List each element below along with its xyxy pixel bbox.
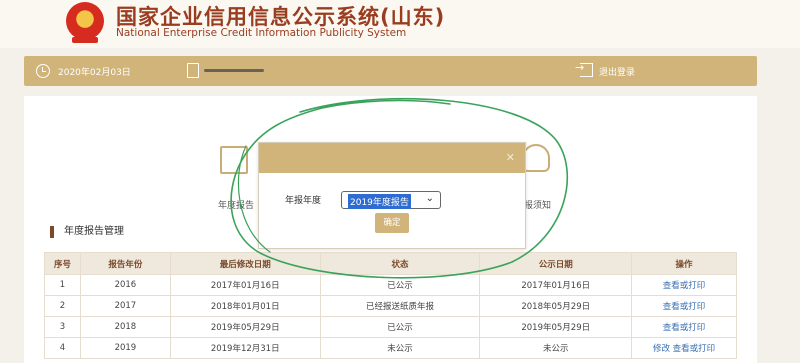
table-cell: 已公示 — [319, 316, 481, 338]
table-cell: 2018年05月29日 — [479, 295, 633, 317]
table-header-row: 序号 报告年份 最后修改日期 状态 公示日期 操作 — [44, 252, 737, 275]
table-cell: 未公示 — [319, 337, 481, 359]
logout-icon — [575, 61, 593, 77]
table-cell: 2 — [44, 295, 81, 317]
table-cell: 2017年01月16日 — [479, 274, 633, 296]
table-cell: 4 — [44, 337, 81, 359]
table-cell: 已经报送纸质年报 — [319, 295, 481, 317]
table-cell: 2019年05月29日 — [169, 316, 321, 338]
table-cell: 2019年12月31日 — [169, 337, 321, 359]
logout-label: 退出登录 — [599, 68, 636, 78]
close-icon[interactable]: ✕ — [506, 151, 515, 164]
column-header: 报告年份 — [79, 252, 171, 275]
edit-icon[interactable] — [220, 146, 248, 174]
table-cell: 2016 — [79, 274, 171, 296]
site-subtitle: National Enterprise Credit Information P… — [116, 27, 407, 39]
select-year-dialog: ✕ 年报年度 2019年度报告 ⌄ 确定 — [258, 142, 526, 249]
site-header: 国家企业信用信息公示系统(山东) National Enterprise Cre… — [0, 0, 800, 48]
column-header: 公示日期 — [479, 252, 633, 275]
annual-report-table: 序号 报告年份 最后修改日期 状态 公示日期 操作 1 2016 2017年01… — [44, 252, 737, 359]
current-date: 2020年02月03日 — [58, 68, 131, 78]
view-print-link[interactable]: 查看或打印 — [631, 274, 737, 296]
table-row: 3 2018 2019年05月29日 已公示 2019年05月29日 查看或打印 — [44, 316, 737, 338]
chevron-down-icon: ⌄ — [425, 193, 434, 204]
column-header: 操作 — [631, 252, 737, 275]
edit-view-print-link[interactable]: 修改 查看或打印 — [631, 337, 737, 359]
selected-year-option: 2019年度报告 — [348, 194, 411, 209]
table-cell: 2019 — [79, 337, 171, 359]
redacted-username — [204, 69, 264, 72]
table-cell: 2018 — [79, 316, 171, 338]
table-row: 1 2016 2017年01月16日 已公示 2017年01月16日 查看或打印 — [44, 274, 737, 296]
logout-button[interactable]: 退出登录 — [575, 61, 640, 80]
table-cell: 1 — [44, 274, 81, 296]
dialog-title-bar: ✕ — [259, 143, 525, 173]
column-header: 状态 — [319, 252, 481, 275]
table-cell: 2017年01月16日 — [169, 274, 321, 296]
table-cell: 2019年05月29日 — [479, 316, 633, 338]
view-print-link[interactable]: 查看或打印 — [631, 295, 737, 317]
lightbulb-icon[interactable] — [522, 144, 550, 172]
national-emblem-icon — [66, 2, 104, 43]
user-icon — [187, 63, 199, 78]
table-cell: 2017 — [79, 295, 171, 317]
clock-icon — [36, 64, 50, 78]
column-header: 最后修改日期 — [169, 252, 321, 275]
confirm-button[interactable]: 确定 — [375, 213, 409, 233]
section-title: 年度报告管理 — [50, 226, 124, 238]
table-cell: 已公示 — [319, 274, 481, 296]
top-bar: 2020年02月03日 退出登录 — [24, 56, 757, 86]
report-year-select[interactable]: 2019年度报告 ⌄ — [341, 191, 441, 209]
table-cell: 未公示 — [479, 337, 633, 359]
table-row: 4 2019 2019年12月31日 未公示 未公示 修改 查看或打印 — [44, 337, 737, 359]
view-print-link[interactable]: 查看或打印 — [631, 316, 737, 338]
table-cell: 3 — [44, 316, 81, 338]
report-notice-tool-label[interactable]: 报须知 — [524, 198, 551, 211]
table-row: 2 2017 2018年01月01日 已经报送纸质年报 2018年05月29日 … — [44, 295, 737, 317]
column-header: 序号 — [44, 252, 81, 275]
report-year-label: 年报年度 — [285, 196, 322, 206]
table-cell: 2018年01月01日 — [169, 295, 321, 317]
annual-report-tool-label[interactable]: 年度报告 — [218, 198, 254, 211]
